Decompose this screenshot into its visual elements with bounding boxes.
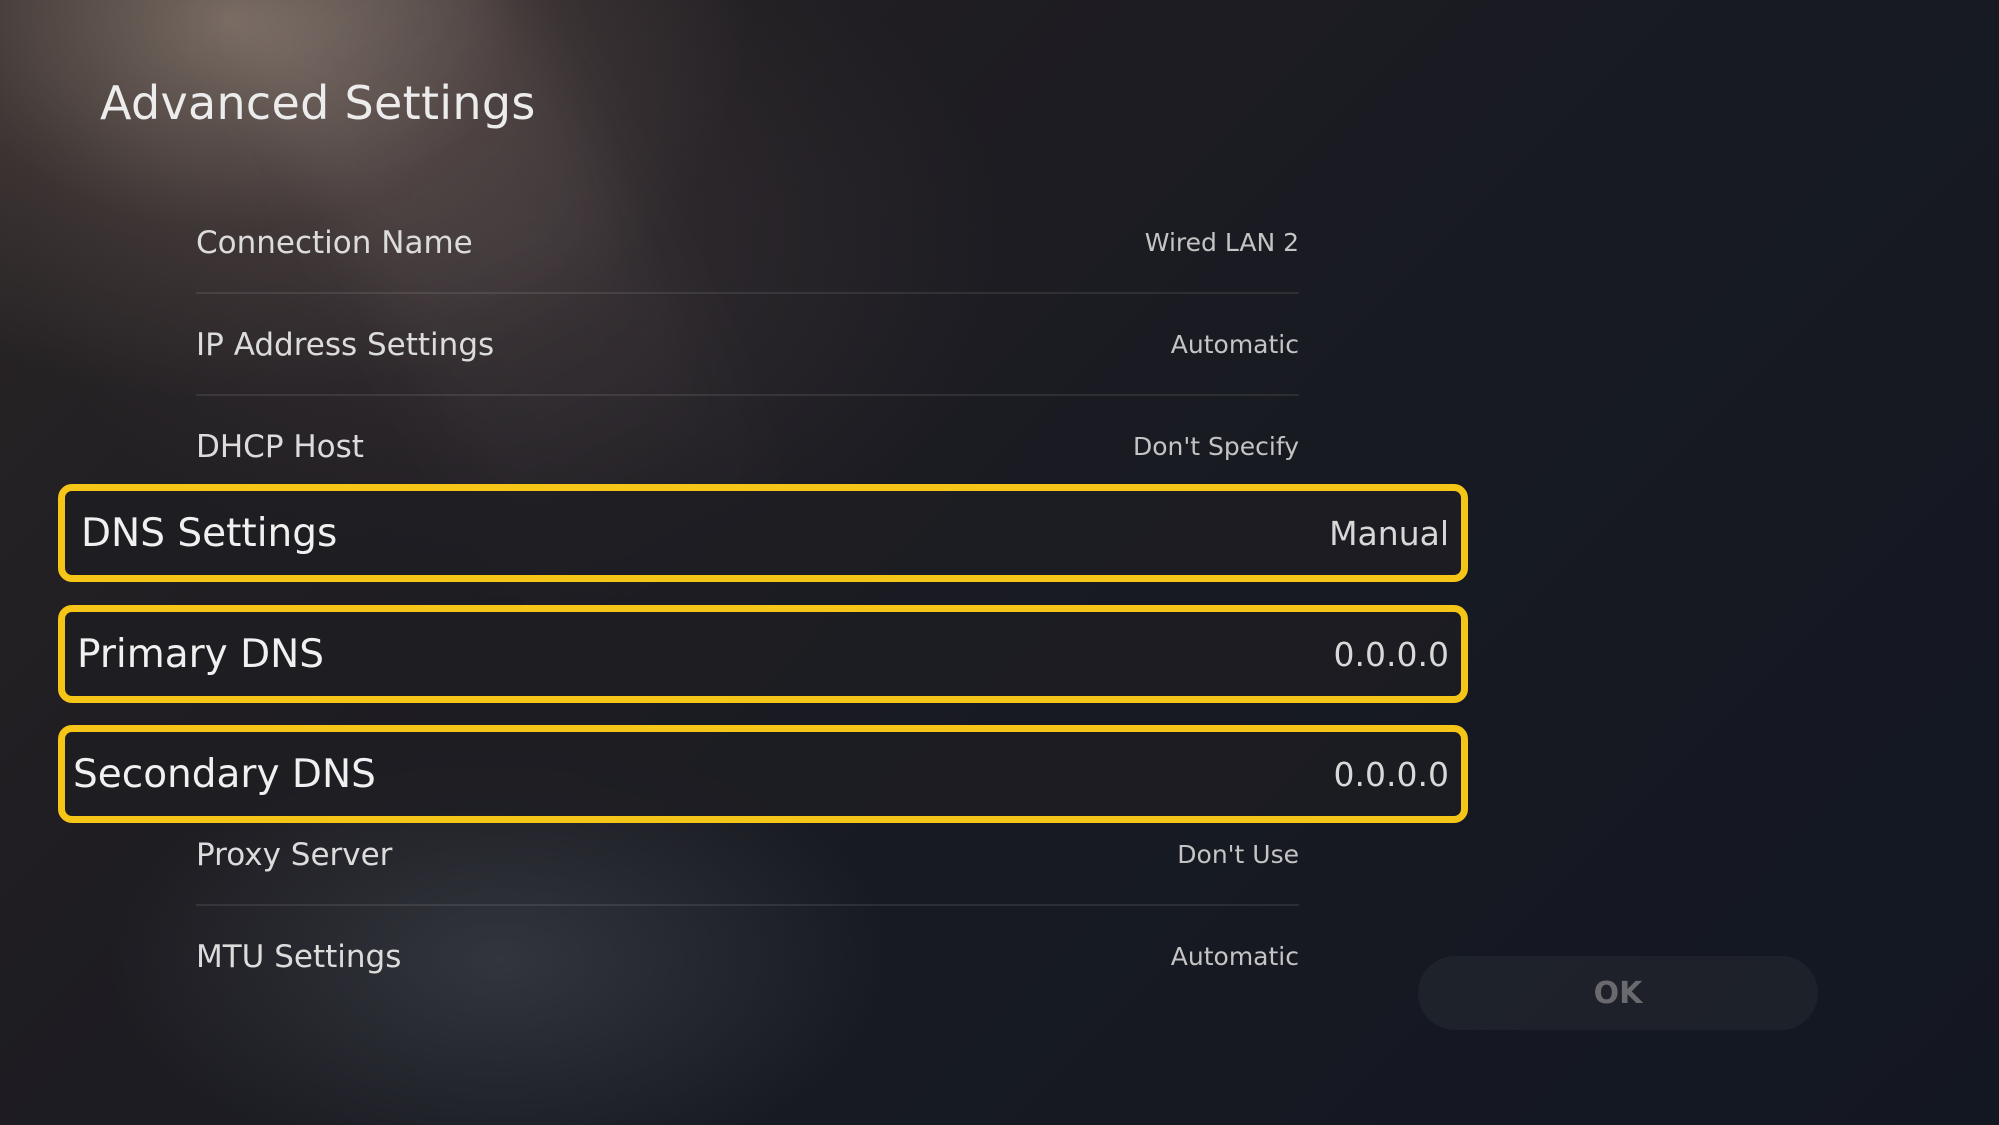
setting-label: DNS Settings — [81, 510, 338, 556]
setting-label: Connection Name — [196, 224, 473, 261]
setting-row-dns-settings[interactable]: DNS Settings Manual — [58, 484, 1468, 582]
setting-label: MTU Settings — [196, 938, 402, 975]
setting-value: 0.0.0.0 — [1333, 754, 1449, 794]
setting-row-mtu-settings[interactable]: MTU Settings Automatic — [196, 906, 1299, 1007]
setting-value: 0.0.0.0 — [1333, 634, 1449, 674]
ok-button[interactable]: OK — [1418, 956, 1818, 1030]
setting-label: Primary DNS — [77, 631, 325, 677]
setting-value: Automatic — [1170, 942, 1299, 971]
setting-row-connection-name[interactable]: Connection Name Wired LAN 2 — [196, 193, 1299, 294]
setting-label: DHCP Host — [196, 428, 364, 465]
setting-row-proxy-server[interactable]: Proxy Server Don't Use — [196, 805, 1299, 906]
setting-value: Automatic — [1170, 330, 1299, 359]
setting-row-ip-address-settings[interactable]: IP Address Settings Automatic — [196, 295, 1299, 396]
setting-value: Don't Use — [1177, 840, 1299, 869]
setting-value: Manual — [1329, 513, 1449, 553]
setting-label: Proxy Server — [196, 836, 393, 873]
setting-value: Wired LAN 2 — [1144, 228, 1299, 257]
setting-label: Secondary DNS — [73, 751, 376, 797]
setting-label: IP Address Settings — [196, 326, 495, 363]
page-title: Advanced Settings — [100, 76, 536, 130]
setting-row-dhcp-host[interactable]: DHCP Host Don't Specify — [196, 396, 1299, 497]
setting-row-primary-dns[interactable]: Primary DNS 0.0.0.0 — [58, 605, 1468, 703]
setting-value: Don't Specify — [1133, 432, 1299, 461]
